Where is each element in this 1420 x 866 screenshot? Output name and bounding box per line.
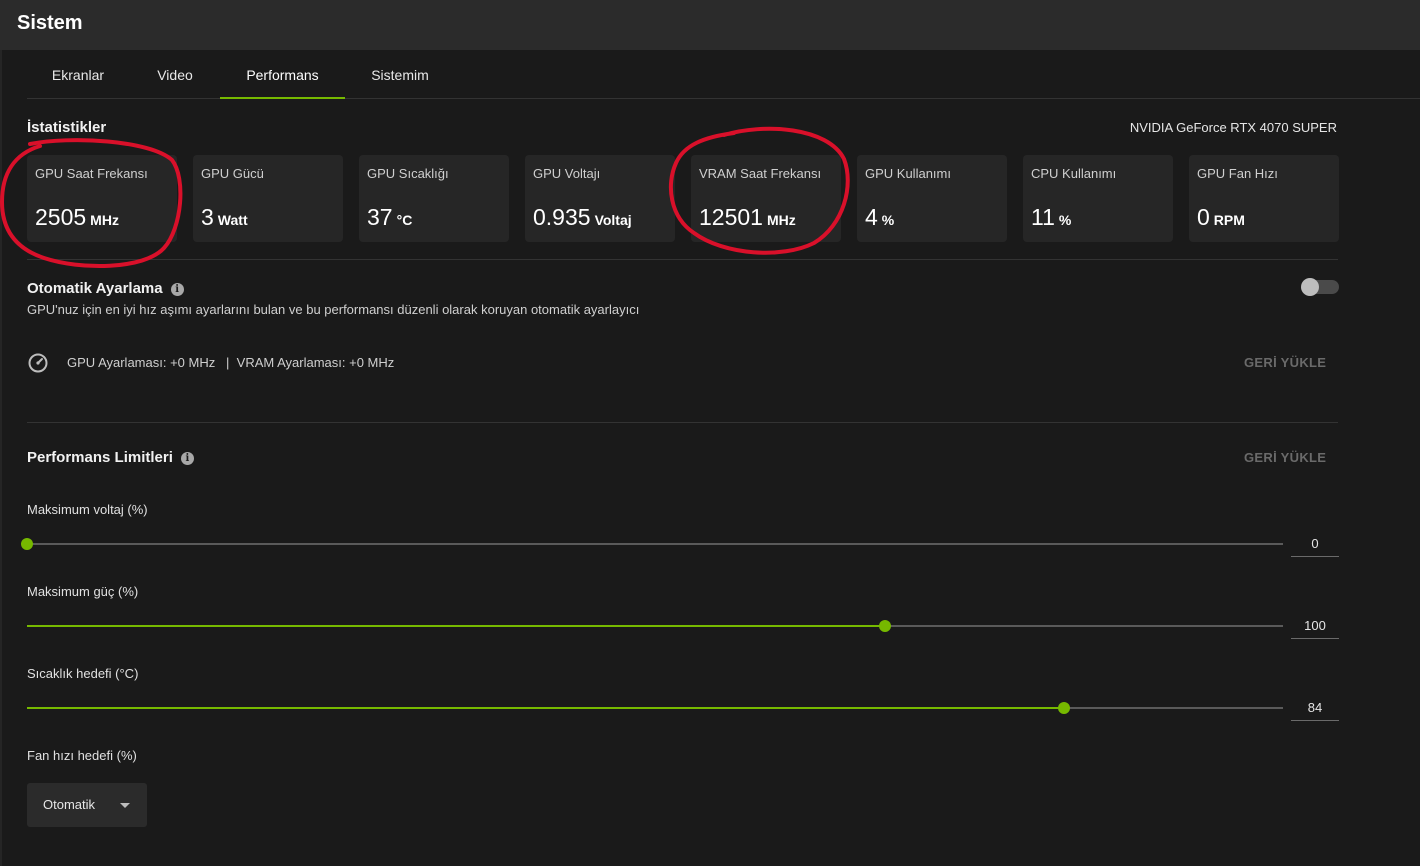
tab-performans[interactable]: Performans: [220, 50, 345, 99]
fan-target-dropdown[interactable]: Otomatik: [27, 783, 147, 827]
stat-value: 37: [367, 204, 393, 230]
auto-tune-toggle[interactable]: [1301, 278, 1339, 296]
auto-tune-description: GPU'nuz için en iyi hız aşımı ayarlarını…: [27, 302, 640, 317]
stat-value: 11: [1031, 204, 1055, 230]
divider: [27, 422, 1338, 423]
tab-sistemim[interactable]: Sistemim: [345, 50, 455, 99]
auto-tune-reset-button[interactable]: GERİ YÜKLE: [1244, 355, 1326, 370]
slider-track: [27, 543, 1283, 545]
fan-target-label: Fan hızı hedefi (%): [27, 748, 137, 763]
stat-label: GPU Voltajı: [533, 166, 601, 181]
stat-value: 3: [201, 204, 214, 230]
stat-label: GPU Kullanımı: [865, 166, 951, 181]
stat-card-gpu-usage: GPU Kullanımı 4%: [857, 155, 1007, 242]
toggle-knob: [1301, 278, 1319, 296]
tab-bar: Ekranlar Video Performans Sistemim: [27, 50, 1420, 99]
max-voltage-value[interactable]: 0: [1291, 533, 1339, 557]
stat-unit: Voltaj: [594, 212, 632, 228]
temp-target-label: Sıcaklık hedefi (°C): [27, 666, 139, 681]
stat-value: 0: [1197, 204, 1210, 230]
stat-card-gpu-temp: GPU Sıcaklığı 37 °C: [359, 155, 509, 242]
stat-card-gpu-clock: GPU Saat Frekansı 2505 MHz: [27, 155, 177, 242]
slider-thumb[interactable]: [21, 538, 33, 550]
clock-adjustments: GPU Ayarlaması: +0 MHz | VRAM Ayarlaması…: [67, 355, 395, 370]
tab-ekranlar[interactable]: Ekranlar: [27, 50, 129, 99]
page-title: Sistem: [17, 12, 83, 34]
stat-label: VRAM Saat Frekansı: [699, 166, 822, 181]
auto-tune-title: Otomatik Ayarlama i: [27, 280, 184, 297]
gpu-name: NVIDIA GeForce RTX 4070 SUPER: [1129, 120, 1337, 135]
stat-label: GPU Fan Hızı: [1197, 166, 1278, 181]
temp-target-value[interactable]: 84: [1291, 697, 1339, 721]
slider-fill: [27, 625, 885, 627]
limits-title: Performans Limitleri i: [27, 449, 194, 466]
max-power-slider[interactable]: [27, 620, 1283, 632]
stat-unit: MHz: [90, 212, 119, 228]
divider: [27, 259, 1338, 260]
stat-unit: %: [1058, 212, 1072, 228]
max-voltage-label: Maksimum voltaj (%): [27, 502, 148, 517]
stat-value: 4: [865, 204, 878, 230]
stat-label: GPU Saat Frekansı: [35, 166, 148, 181]
limits-title-text: Performans Limitleri: [27, 449, 173, 466]
info-icon[interactable]: i: [170, 282, 184, 296]
stat-label: GPU Sıcaklığı: [367, 166, 449, 181]
stat-unit: %: [881, 212, 895, 228]
stat-value: 12501: [699, 204, 763, 230]
stat-card-gpu-power: GPU Gücü 3 Watt: [193, 155, 343, 242]
stat-unit: Watt: [217, 212, 248, 228]
slider-thumb[interactable]: [1058, 702, 1071, 714]
stats-title: İstatistikler: [27, 119, 107, 136]
limits-reset-button[interactable]: GERİ YÜKLE: [1244, 450, 1326, 465]
title-bar: Sistem: [0, 0, 1420, 50]
slider-thumb[interactable]: [878, 620, 891, 632]
stat-card-gpu-voltage: GPU Voltajı 0.935 Voltaj: [525, 155, 675, 242]
stat-value: 2505: [35, 204, 87, 230]
max-power-value[interactable]: 100: [1291, 615, 1339, 639]
stat-label: CPU Kullanımı: [1031, 166, 1117, 181]
stat-unit: RPM: [1213, 212, 1245, 228]
info-icon[interactable]: i: [180, 451, 194, 465]
gauge-icon: [28, 353, 48, 373]
max-voltage-slider[interactable]: [21, 538, 1283, 550]
stat-card-vram-clock: VRAM Saat Frekansı 12501 MHz: [691, 155, 841, 242]
stat-label: GPU Gücü: [201, 166, 264, 181]
max-power-label: Maksimum güç (%): [27, 584, 139, 599]
chevron-down-icon: [120, 803, 130, 808]
stat-value: 0.935: [533, 204, 591, 230]
main-content: Ekranlar Video Performans Sistemim İstat…: [0, 50, 1420, 866]
slider-fill: [27, 707, 1065, 709]
stat-unit: MHz: [766, 212, 796, 228]
stat-card-fan-speed: GPU Fan Hızı 0 RPM: [1189, 155, 1339, 242]
temp-target-slider[interactable]: [27, 702, 1283, 714]
dropdown-selected: Otomatik: [43, 797, 96, 812]
stat-unit: °C: [396, 212, 413, 228]
auto-tune-title-text: Otomatik Ayarlama: [27, 280, 163, 297]
tab-video[interactable]: Video: [129, 50, 221, 99]
stat-card-cpu-usage: CPU Kullanımı 11%: [1023, 155, 1173, 242]
